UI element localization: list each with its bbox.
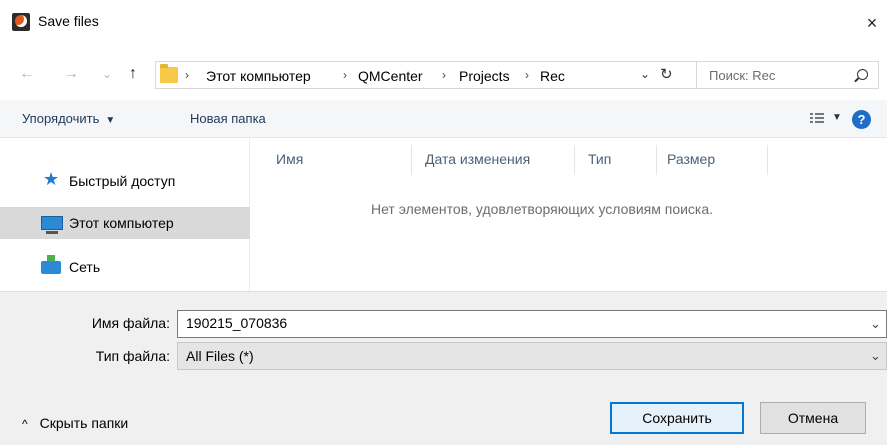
sidebar-item-label: Быстрый доступ	[69, 173, 176, 189]
view-options-icon[interactable]	[810, 113, 824, 124]
computer-icon	[41, 216, 63, 234]
navigation-bar: ← → ⌄ ↑ › Этот компьютер › QMCenter › Pr…	[0, 58, 887, 92]
search-placeholder: Поиск: Rec	[709, 68, 776, 83]
address-bar[interactable]: › Этот компьютер › QMCenter › Projects ›…	[155, 61, 700, 89]
filetype-dropdown-button[interactable]: ⌄	[870, 348, 881, 364]
column-divider[interactable]	[656, 145, 657, 175]
help-icon[interactable]: ?	[852, 110, 871, 129]
empty-state-message: Нет элементов, удовлетворяющих условиям …	[371, 201, 714, 217]
breadcrumb-item-projects[interactable]: Projects	[459, 68, 510, 84]
column-divider[interactable]	[574, 145, 575, 175]
address-dropdown-button[interactable]: ⌄	[640, 67, 650, 81]
star-icon: ★	[43, 169, 60, 189]
folder-icon	[160, 64, 178, 83]
new-folder-button[interactable]: Новая папка	[190, 111, 266, 126]
organize-button[interactable]: Упорядочить ▼	[22, 111, 115, 126]
sidebar-item-quick-access[interactable]: ★ Быстрый доступ	[0, 165, 250, 197]
sidebar-item-label: Этот компьютер	[69, 215, 174, 231]
filename-label: Имя файла:	[91, 315, 170, 331]
filetype-label: Тип файла:	[95, 348, 170, 364]
sidebar-item-label: Сеть	[69, 259, 101, 275]
filetype-select[interactable]: All Files (*)	[177, 342, 887, 370]
back-button[interactable]: ←	[18, 64, 36, 84]
forward-button[interactable]: →	[62, 64, 80, 84]
title-bar: Save files ×	[0, 0, 887, 42]
caret-down-icon: ▼	[105, 115, 116, 126]
breadcrumb-separator: ›	[525, 68, 529, 82]
column-divider[interactable]	[767, 145, 768, 175]
file-list[interactable]: Имя Дата изменения Тип Размер Нет элемен…	[251, 139, 887, 291]
organize-label: Упорядочить	[22, 111, 100, 126]
command-bar: Упорядочить ▼ Новая папка ▼ ?	[0, 100, 887, 138]
search-icon[interactable]	[857, 69, 868, 80]
save-button[interactable]: Сохранить	[610, 402, 744, 434]
breadcrumb-item-qmcenter[interactable]: QMCenter	[358, 68, 423, 84]
breadcrumb-separator: ›	[343, 68, 347, 82]
breadcrumb-separator: ›	[185, 68, 189, 82]
window-title: Save files	[38, 13, 99, 29]
column-header-size[interactable]: Размер	[667, 151, 715, 167]
app-icon	[12, 13, 30, 31]
sidebar-item-network[interactable]: Сеть	[0, 251, 250, 283]
hide-folders-label: Скрыть папки	[39, 415, 129, 431]
filename-dropdown-button[interactable]: ⌄	[870, 316, 881, 332]
navigation-pane: ★ Быстрый доступ Этот компьютер Сеть	[0, 139, 250, 291]
column-header-type[interactable]: Тип	[588, 151, 611, 167]
filename-field[interactable]: 190215_070836	[177, 310, 887, 338]
hide-folders-button[interactable]: ^ Скрыть папки	[22, 415, 128, 431]
column-header-date[interactable]: Дата изменения	[425, 151, 530, 167]
cancel-button[interactable]: Отмена	[760, 402, 866, 434]
recent-locations-button[interactable]: ⌄	[98, 64, 116, 84]
up-folder-button[interactable]: ↑	[124, 64, 142, 84]
column-divider[interactable]	[411, 145, 412, 175]
view-dropdown-button[interactable]: ▼	[832, 112, 842, 123]
refresh-button[interactable]: ↻	[660, 65, 673, 83]
close-button[interactable]: ×	[857, 8, 887, 38]
breadcrumb-separator: ›	[442, 68, 446, 82]
chevron-up-icon: ^	[22, 417, 28, 431]
network-icon	[41, 255, 61, 274]
search-box[interactable]: Поиск: Rec	[696, 61, 879, 89]
sidebar-item-this-pc[interactable]: Этот компьютер	[0, 207, 250, 239]
breadcrumb-item-rec[interactable]: Rec	[540, 68, 565, 84]
breadcrumb-item-this-pc[interactable]: Этот компьютер	[206, 68, 311, 84]
save-form-panel: Имя файла: 190215_070836 ⌄ Тип файла: Al…	[0, 291, 887, 445]
column-header-name[interactable]: Имя	[276, 151, 303, 167]
